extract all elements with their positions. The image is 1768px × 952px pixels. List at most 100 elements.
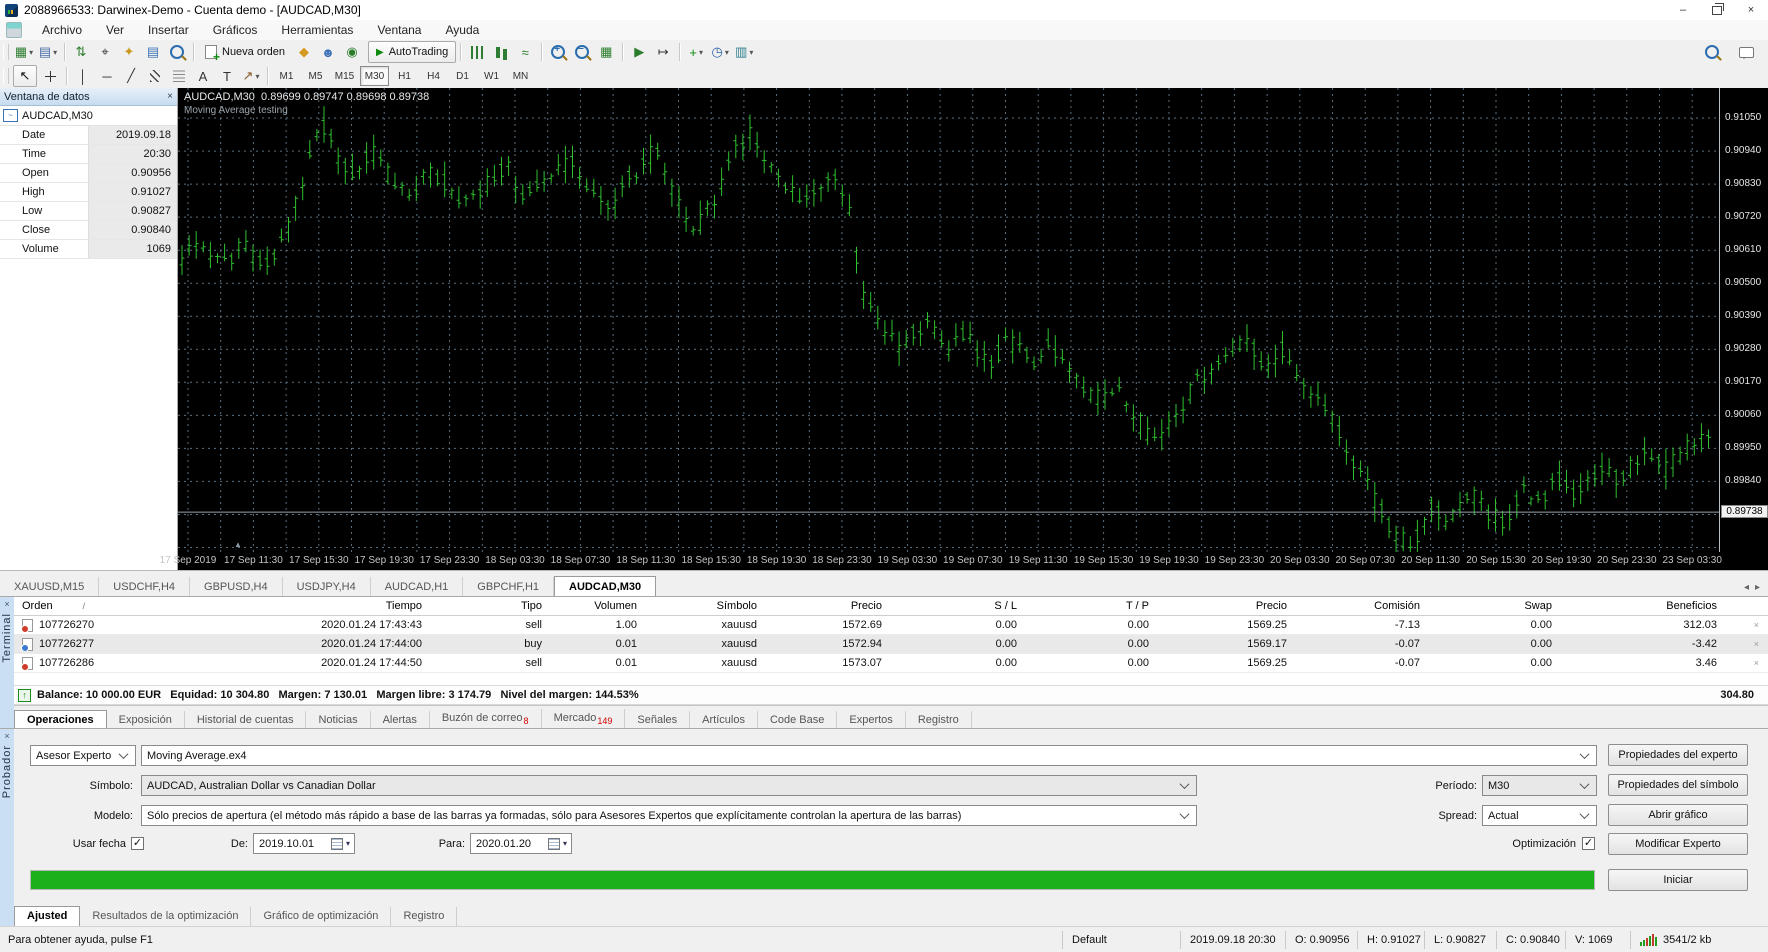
from-date-input[interactable]: 2019.10.01 ▾ xyxy=(253,833,355,854)
column-header-orden[interactable]: Orden/ xyxy=(14,600,190,612)
column-header-comisin[interactable]: Comisión xyxy=(1295,600,1428,612)
open-chart-button[interactable]: Abrir gráfico xyxy=(1608,804,1748,826)
column-header-tp[interactable]: T / P xyxy=(1025,600,1157,612)
timeframe-h4[interactable]: H4 xyxy=(420,67,447,85)
bars-chart-icon[interactable] xyxy=(466,42,488,62)
spread-select[interactable]: Actual xyxy=(1482,805,1597,826)
order-close-icon[interactable]: × xyxy=(1754,658,1759,668)
chart-area[interactable]: ▲ AUDCAD,M30 0.89699 0.89747 0.89698 0.8… xyxy=(178,88,1768,570)
price-scale[interactable]: 0.910500.909400.908300.907200.906100.905… xyxy=(1719,88,1768,552)
use-date-checkbox[interactable]: ✓ xyxy=(131,837,144,850)
text-icon[interactable]: A xyxy=(192,66,214,86)
tester-tab-ajusted[interactable]: Ajusted xyxy=(14,906,80,926)
auto-scroll-icon[interactable]: ▶ xyxy=(628,42,650,62)
order-row[interactable]: 1077262702020.01.24 17:43:43sell1.00xauu… xyxy=(14,616,1768,635)
chart-shift-icon[interactable]: ↦ xyxy=(652,42,674,62)
chart-tab-audcadh1[interactable]: AUDCAD,H1 xyxy=(371,577,464,597)
chat-icon[interactable] xyxy=(1735,42,1757,62)
chart-tab-gbpchfh1[interactable]: GBPCHF,H1 xyxy=(463,577,554,597)
navigator-icon[interactable]: ✦ xyxy=(118,42,140,62)
to-date-input[interactable]: 2020.01.20 ▾ xyxy=(470,833,572,854)
horizontal-line-icon[interactable]: ─ xyxy=(96,66,118,86)
column-header-sl[interactable]: S / L xyxy=(890,600,1025,612)
order-row[interactable]: 1077262862020.01.24 17:44:50sell0.01xauu… xyxy=(14,654,1768,673)
toolbar-grip[interactable] xyxy=(3,44,9,60)
menu-ayuda[interactable]: Ayuda xyxy=(433,21,491,39)
new-order-button[interactable]: Nueva orden xyxy=(198,42,292,62)
dropdown-arrow-icon[interactable]: ▾ xyxy=(749,48,753,57)
terminal-close-icon[interactable]: × xyxy=(4,599,9,609)
timeframe-mn[interactable]: MN xyxy=(507,67,534,85)
time-scale[interactable]: 17 Sep 201917 Sep 11:3017 Sep 15:3017 Se… xyxy=(178,552,1720,570)
cursor-icon[interactable]: ↖ xyxy=(13,65,37,87)
column-header-precio[interactable]: Precio xyxy=(765,600,890,612)
trendline-icon[interactable]: ╱ xyxy=(120,66,142,86)
zoom-in-icon[interactable] xyxy=(547,42,569,62)
equidistant-channel-icon[interactable] xyxy=(144,66,166,86)
model-select[interactable]: Sólo precios de apertura (el método más … xyxy=(141,805,1197,826)
minimize-button[interactable]: – xyxy=(1666,0,1700,20)
zoom-out-icon[interactable] xyxy=(571,42,593,62)
strategy-tester-icon[interactable] xyxy=(166,42,188,62)
chart-tab-usdchfh4[interactable]: USDCHF,H4 xyxy=(99,577,190,597)
timeframe-m1[interactable]: M1 xyxy=(273,67,300,85)
templates-icon[interactable]: ▥▾ xyxy=(733,42,755,62)
column-header-volumen[interactable]: Volumen xyxy=(550,600,645,612)
chart-tabs-scroll-right-icon[interactable]: ▸ xyxy=(1755,582,1760,593)
metaeditor-icon[interactable]: ◆ xyxy=(293,42,315,62)
expert-properties-button[interactable]: Propiedades del experto xyxy=(1608,744,1748,766)
timeframe-d1[interactable]: D1 xyxy=(449,67,476,85)
order-close-icon[interactable]: × xyxy=(1754,639,1759,649)
arrows-icon[interactable]: ↗▾ xyxy=(240,66,262,86)
timeframe-m15[interactable]: M15 xyxy=(331,67,358,85)
terminal-tab-mercado[interactable]: Mercado149 xyxy=(542,709,626,730)
new-chart-icon[interactable]: ▦▾ xyxy=(13,42,35,62)
indicators-icon[interactable]: +▾ xyxy=(685,42,707,62)
profiles-icon[interactable]: ▤▾ xyxy=(37,42,59,62)
order-close-icon[interactable]: × xyxy=(1754,620,1759,630)
tester-tab-registro[interactable]: Registro xyxy=(391,907,457,926)
modify-expert-button[interactable]: Modificar Experto xyxy=(1608,833,1748,855)
chart-tabs-scroll-left-icon[interactable]: ◂ xyxy=(1744,582,1749,593)
tester-tab-grficodeoptimizacin[interactable]: Gráfico de optimización xyxy=(251,907,391,926)
tile-windows-icon[interactable]: ▦ xyxy=(595,42,617,62)
menu-herramientas[interactable]: Herramientas xyxy=(269,21,365,39)
column-header-tipo[interactable]: Tipo xyxy=(430,600,550,612)
menu-ventana[interactable]: Ventana xyxy=(365,21,433,39)
data-window-close-icon[interactable]: × xyxy=(167,91,173,102)
tester-tab-resultadosdelaoptimizacin[interactable]: Resultados de la optimización xyxy=(80,907,251,926)
tester-close-icon[interactable]: × xyxy=(4,731,9,741)
search-icon[interactable] xyxy=(1701,42,1723,62)
chart-tab-audcadm30[interactable]: AUDCAD,M30 xyxy=(554,576,656,597)
line-chart-icon[interactable]: ≈ xyxy=(514,42,536,62)
market-watch-icon[interactable]: ⇅ xyxy=(70,42,92,62)
period-select[interactable]: M30 xyxy=(1482,775,1597,796)
crosshair-icon[interactable] xyxy=(39,66,61,86)
timeframe-h1[interactable]: H1 xyxy=(391,67,418,85)
text-label-icon[interactable]: T xyxy=(216,66,238,86)
terminal-tab-buzndecorreo[interactable]: Buzón de correo8 xyxy=(430,709,542,730)
chart-tab-usdjpyh4[interactable]: USDJPY,H4 xyxy=(283,577,371,597)
dropdown-arrow-icon[interactable]: ▾ xyxy=(53,48,57,57)
periods-icon[interactable]: ◷▾ xyxy=(709,42,731,62)
column-header-beneficios[interactable]: Beneficios xyxy=(1560,600,1725,612)
column-header-smbolo[interactable]: Símbolo xyxy=(645,600,765,612)
dropdown-arrow-icon[interactable]: ▾ xyxy=(725,48,729,57)
chart-tab-xauusdm15[interactable]: XAUUSD,M15 xyxy=(0,577,99,597)
menu-insertar[interactable]: Insertar xyxy=(136,21,201,39)
menu-grficos[interactable]: Gráficos xyxy=(201,21,270,39)
data-window-icon[interactable]: ⌖ xyxy=(94,42,116,62)
expert-type-select[interactable]: Asesor Experto xyxy=(30,745,136,766)
terminal-icon[interactable]: ▤ xyxy=(142,42,164,62)
dropdown-arrow-icon[interactable]: ▾ xyxy=(255,72,259,81)
timeframe-m30[interactable]: M30 xyxy=(360,66,389,86)
dropdown-arrow-icon[interactable]: ▾ xyxy=(29,48,33,57)
menu-ver[interactable]: Ver xyxy=(94,21,136,39)
expert-select[interactable]: Moving Average.ex4 xyxy=(141,745,1597,766)
timeframe-w1[interactable]: W1 xyxy=(478,67,505,85)
candles-chart-icon[interactable] xyxy=(490,42,512,62)
optimization-checkbox[interactable]: ✓ xyxy=(1582,837,1595,850)
chart-tab-gbpusdh4[interactable]: GBPUSD,H4 xyxy=(190,577,283,597)
timeframe-m5[interactable]: M5 xyxy=(302,67,329,85)
menu-archivo[interactable]: Archivo xyxy=(30,21,94,39)
